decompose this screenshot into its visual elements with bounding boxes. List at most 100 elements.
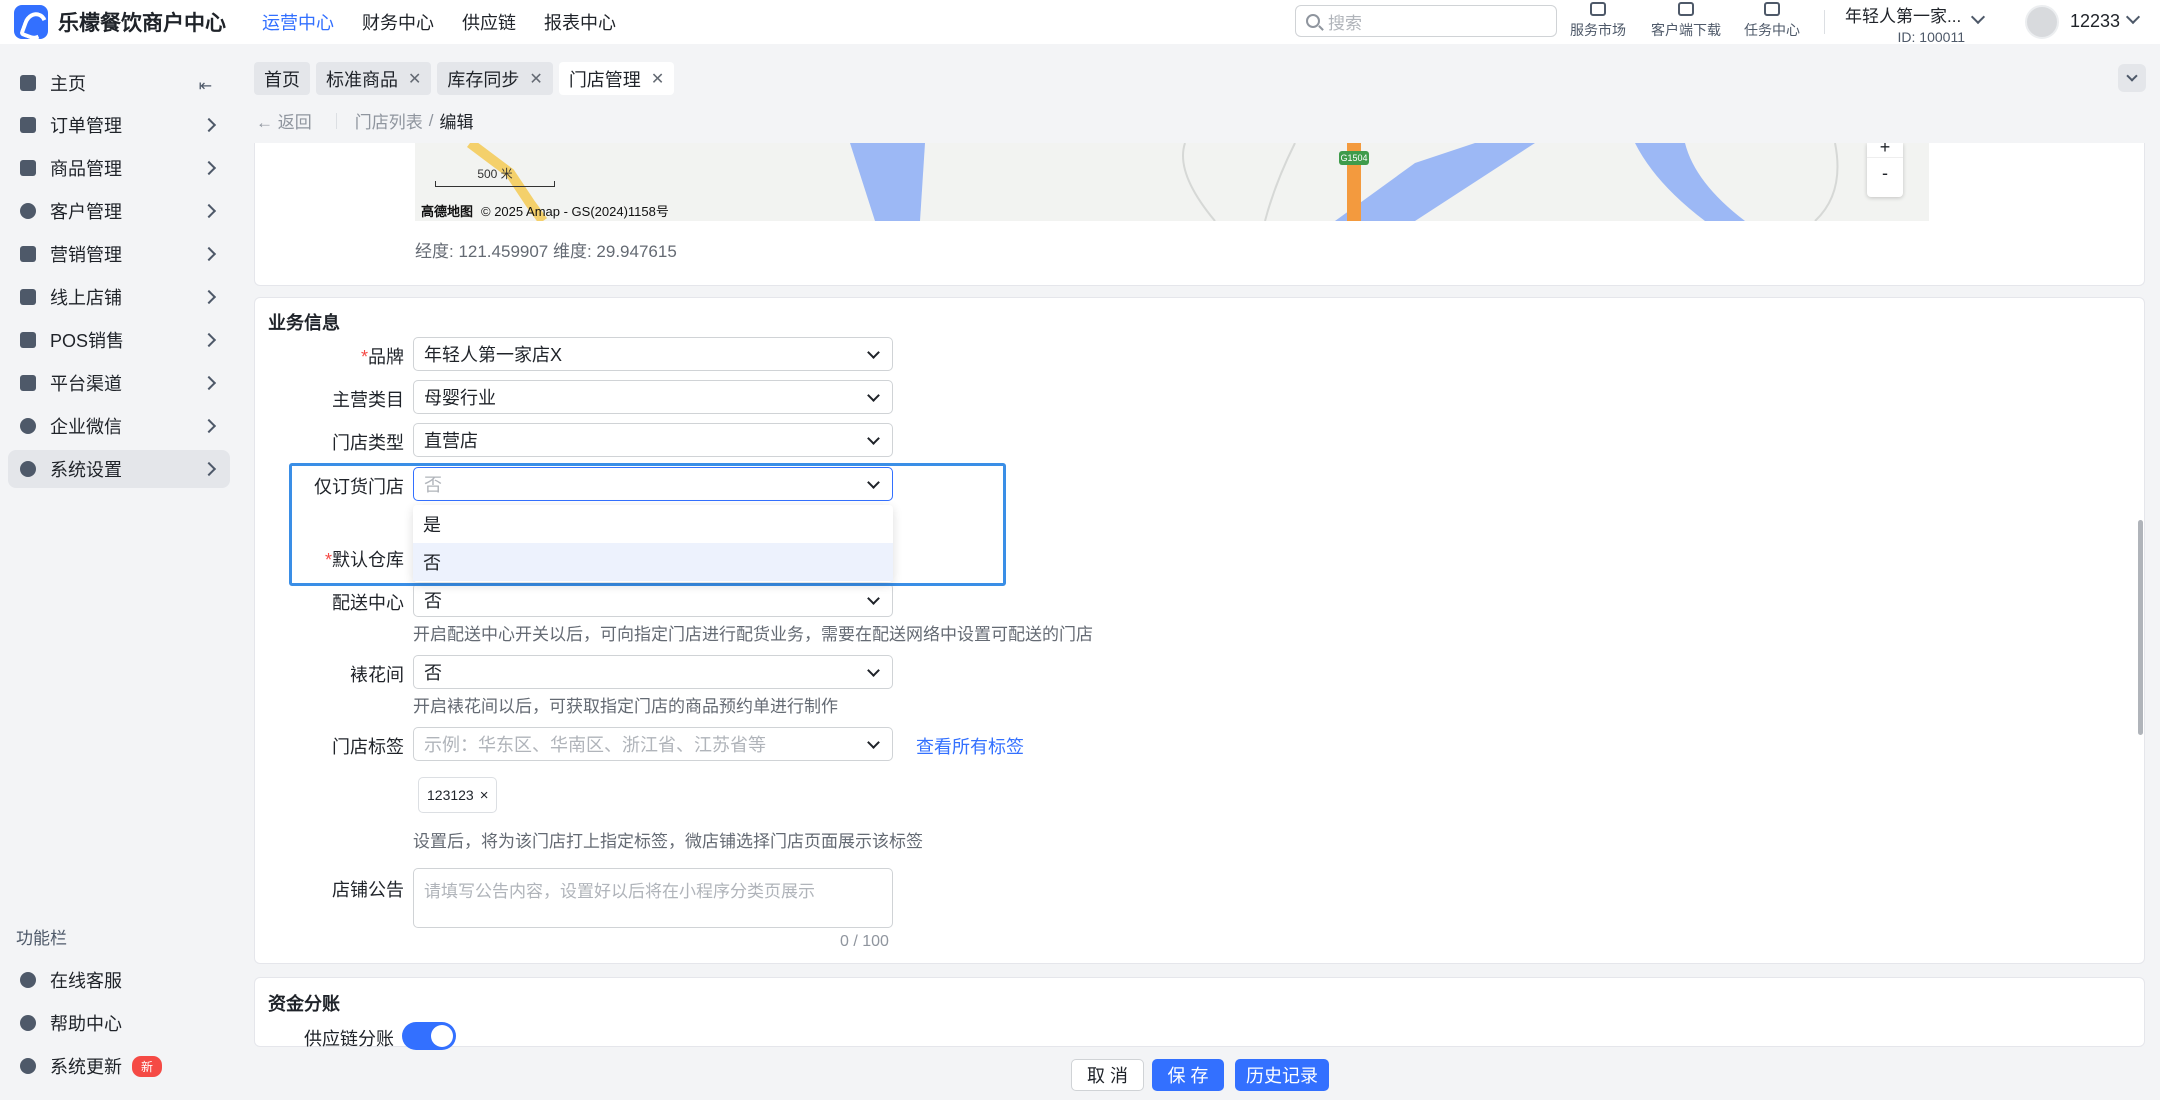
close-icon[interactable]: ✕ [651,69,664,89]
close-icon[interactable]: ✕ [408,69,421,89]
chevron-down-icon[interactable] [1970,9,1986,25]
scrollbar[interactable] [2138,520,2143,735]
divider [335,112,337,129]
supply-split-toggle[interactable] [402,1022,456,1050]
tab-label: 标准商品 [326,69,398,90]
distribution-center-label: 配送中心 [332,593,404,613]
task-center-button[interactable]: 任务中心 [1744,2,1800,40]
brand-value: 年轻人第一家店X [424,345,563,365]
sidebar-item-home[interactable]: 主页 ⇤ [8,64,230,102]
store-tags-placeholder: 示例：华东区、华南区、浙江省、江苏省等 [424,735,766,755]
collapse-sidebar-icon[interactable]: ⇤ [199,76,212,96]
store-map[interactable]: G1504 500 米 高德地图 © 2025 Amap - GS(2024)1… [415,143,1929,221]
road-label: G1504 [1340,153,1367,163]
close-icon[interactable]: ✕ [529,69,542,89]
map-zoom-controls: + - [1867,143,1903,197]
tab-home[interactable]: 首页 [254,62,310,95]
sidebar-item-channels[interactable]: 平台渠道 [8,364,230,402]
store-type-select[interactable]: 直营店 [413,423,893,457]
clipboard-icon [1764,2,1780,16]
sidebar-item-label: POS销售 [50,331,125,351]
close-icon[interactable]: × [480,787,489,804]
distribution-center-hint: 开启配送中心开关以后，可向指定门店进行配货业务，需要在配送网络中设置可配送的门店 [413,625,1093,644]
sidebar-item-orders[interactable]: 订单管理 [8,106,230,144]
store-tags-select[interactable]: 示例：华东区、华南区、浙江省、江苏省等 [413,727,893,761]
save-button[interactable]: 保 存 [1152,1059,1224,1091]
tab-label: 库存同步 [447,69,520,90]
chevron-right-icon [201,117,217,133]
topnav-operations[interactable]: 运营中心 [262,9,334,35]
chevron-down-icon [867,592,880,605]
channel-icon [20,375,36,391]
brand-name: 乐檬餐饮商户中心 [58,12,226,35]
category-label: 主营类目 [332,390,404,410]
chevron-right-icon [201,246,217,262]
map-attribution: 高德地图 © 2025 Amap - GS(2024)1158号 [421,201,669,220]
search-input[interactable]: 搜索 [1295,5,1557,37]
search-placeholder: 搜索 [1328,13,1362,33]
breadcrumb: ← 返回 门店列表 / 编辑 [256,108,473,133]
sidebar-item-pos[interactable]: POS销售 [8,321,230,359]
map-scale-bar [435,181,555,187]
category-select[interactable]: 母婴行业 [413,380,893,414]
tag-icon [20,246,36,262]
chevron-down-icon[interactable] [2125,9,2141,25]
chevron-right-icon [201,203,217,219]
option-yes[interactable]: 是 [413,505,893,543]
back-label: 返回 [277,113,312,132]
option-no[interactable]: 否 [413,543,893,581]
cancel-button[interactable]: 取 消 [1071,1059,1144,1091]
top-bar: 乐檬餐饮商户中心 运营中心 财务中心 供应链 报表中心 搜索 服务市场 客户端下… [0,0,2160,45]
sidebar-item-help[interactable]: 帮助中心 [8,1004,230,1042]
search-icon [1306,14,1320,28]
sidebar-item-wecom[interactable]: 企业微信 [8,407,230,445]
flower-room-label: 裱花间 [350,665,404,685]
logo[interactable]: 乐檬餐饮商户中心 [0,5,250,39]
funds-card [254,977,2145,1047]
tabs-more-button[interactable] [2118,64,2146,92]
tab-inventory-sync[interactable]: 库存同步 ✕ [437,62,553,95]
topnav-reports[interactable]: 报表中心 [544,9,616,35]
zoom-in-button[interactable]: + [1867,143,1903,157]
sidebar-item-label: 客户管理 [50,202,122,222]
client-download-button[interactable]: 客户端下载 [1651,2,1721,40]
section-title-funds: 资金分账 [268,994,340,1014]
service-market-button[interactable]: 服务市场 [1570,2,1626,40]
topnav-finance[interactable]: 财务中心 [362,9,434,35]
sidebar-item-products[interactable]: 商品管理 [8,149,230,187]
home-icon [20,75,36,91]
back-button[interactable]: ← 返回 [256,108,312,133]
notice-label: 店铺公告 [332,880,404,900]
tab-standard-products[interactable]: 标准商品 ✕ [316,62,432,95]
avatar[interactable] [2025,5,2059,39]
flower-room-select[interactable]: 否 [413,655,893,689]
merchant-name: 年轻人第一家... [1845,7,1962,26]
chevron-right-icon [201,375,217,391]
chevron-down-icon [867,736,880,749]
sidebar-item-online-store[interactable]: 线上店铺 [8,278,230,316]
sidebar-item-online-support[interactable]: 在线客服 [8,961,230,999]
sidebar-item-label: 帮助中心 [50,1014,122,1034]
sidebar-item-customers[interactable]: 客户管理 [8,192,230,230]
tab-store-management[interactable]: 门店管理 ✕ [558,62,675,95]
chevron-down-icon [867,389,880,402]
sidebar-item-label: 商品管理 [50,159,122,179]
tag-chip: 123123 × [418,777,498,813]
sidebar-item-settings[interactable]: 系统设置 [8,450,230,488]
order-only-dropdown: 是 否 [413,505,893,582]
topnav-supply-chain[interactable]: 供应链 [462,9,516,35]
distribution-center-value: 否 [424,591,442,611]
zoom-out-button[interactable]: - [1867,157,1903,187]
notice-textarea[interactable]: 请填写公告内容，设置好以后将在小程序分类页展示 [413,868,893,928]
user-name[interactable]: 12233 [2070,11,2120,32]
breadcrumb-store-list[interactable]: 门店列表 [355,108,423,133]
view-all-tags-link[interactable]: 查看所有标签 [916,733,1024,759]
distribution-center-select[interactable]: 否 [413,583,893,617]
merchant-switcher[interactable]: 年轻人第一家... ID: 100011 [1845,2,1965,45]
brand-select[interactable]: 年轻人第一家店X [413,337,893,371]
chevron-down-icon [2126,70,2138,82]
notice-placeholder: 请填写公告内容，设置好以后将在小程序分类页展示 [424,882,815,901]
history-button[interactable]: 历史记录 [1235,1059,1329,1091]
help-icon [20,1015,36,1031]
sidebar-item-marketing[interactable]: 营销管理 [8,235,230,273]
